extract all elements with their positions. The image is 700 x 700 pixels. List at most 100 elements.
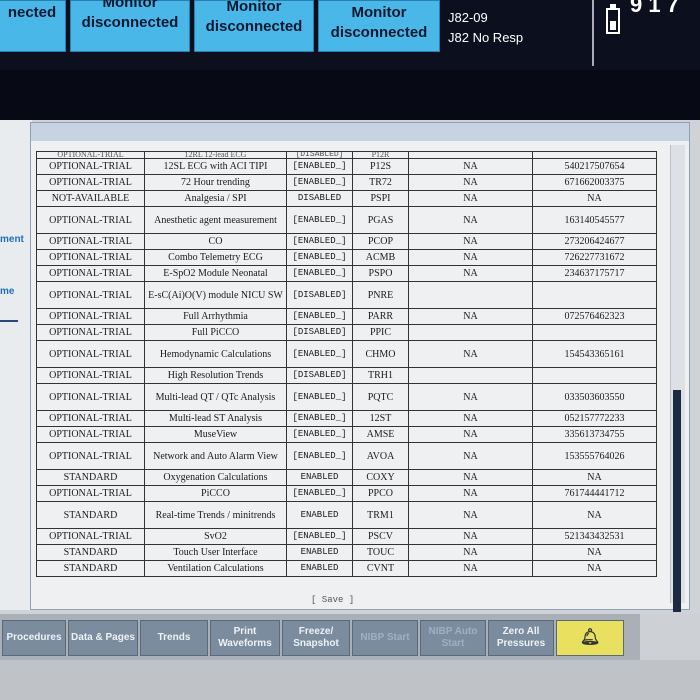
state-cell[interactable]: [DISABLED] [286, 281, 353, 309]
table-row[interactable]: OPTIONAL-TRIAL Anesthetic agent measureme… [36, 206, 657, 234]
type-cell: STANDARD [36, 501, 145, 529]
table-row[interactable]: OPTIONAL-TRIAL Multi-lead ST Analysis [ENA… [36, 410, 657, 427]
type-cell: OPTIONAL-TRIAL [36, 206, 145, 234]
trial-cell: NA [408, 233, 533, 250]
state-cell[interactable]: [ENABLED_] [286, 249, 353, 266]
table-row[interactable]: OPTIONAL-TRIAL MuseView [ENABLED_] AMSE NA 33… [36, 426, 657, 443]
option-name-cell: Anesthetic agent measurement [144, 206, 287, 234]
state-cell[interactable]: [ENABLED_] [286, 308, 353, 325]
trial-cell: NA [408, 442, 533, 470]
option-name-cell: E-SpO2 Module Neonatal [144, 265, 287, 282]
freeze-snapshot-button[interactable]: Freeze/ Snapshot [282, 620, 350, 656]
state-cell[interactable]: ENABLED [286, 560, 353, 577]
table-cell: P12R [352, 151, 409, 159]
option-name-cell: Multi-lead QT / QTc Analysis [144, 383, 287, 411]
table-row[interactable]: OPTIONAL-TRIAL E-SpO2 Module Neonatal [ENA… [36, 265, 657, 282]
key-cell: NA [532, 469, 657, 486]
state-cell[interactable]: [ENABLED_] [286, 442, 353, 470]
table-row[interactable]: STANDARD Ventilation Calculations ENABLED C… [36, 560, 657, 577]
table-row[interactable]: OPTIONAL-TRIAL PiCCO [ENABLED_] PPCO NA 76174… [36, 485, 657, 502]
state-cell[interactable]: [ENABLED_] [286, 158, 353, 175]
trial-cell: NA [408, 206, 533, 234]
option-name-cell: E-sC(Ai)O(V) module NICU SW [144, 281, 287, 309]
key-cell: 033503603550 [532, 383, 657, 411]
table-row[interactable]: OPTIONAL-TRIAL 72 Hour trending [ENABLED_]… [36, 174, 657, 191]
table-row[interactable]: STANDARD Touch User Interface ENABLED TOUC N… [36, 544, 657, 561]
state-cell[interactable]: [DISABLED] [286, 324, 353, 341]
scrollbar-thumb[interactable] [673, 390, 681, 612]
code-cell: AMSE [352, 426, 409, 443]
option-name-cell: MuseView [144, 426, 287, 443]
state-cell[interactable]: [ENABLED_] [286, 265, 353, 282]
type-cell: STANDARD [36, 469, 145, 486]
table-row[interactable]: OPTIONAL-TRIAL High Resolution Trends [DIS… [36, 367, 657, 384]
table-row[interactable]: OPTIONAL-TRIAL Full PiCCO [DISABLED] PPIC [36, 324, 657, 341]
option-name-cell: PiCCO [144, 485, 287, 502]
nibp-start-button[interactable]: NIBP Start [352, 620, 418, 656]
table-row[interactable]: OPTIONAL-TRIAL Hemodynamic Calculations [E… [36, 340, 657, 368]
state-cell[interactable]: DISABLED [286, 190, 353, 207]
table-row[interactable]: OPTIONAL-TRIAL Network and Auto Alarm Vie… [36, 442, 657, 470]
monitor-tile-3[interactable]: Monitor disconnected [194, 0, 314, 52]
trends-button[interactable]: Trends [140, 620, 208, 656]
key-cell: 671662003375 [532, 174, 657, 191]
table-row[interactable]: NOT-AVAILABLE Analgesia / SPI DISABLED PSPI… [36, 190, 657, 207]
type-cell: OPTIONAL-TRIAL [36, 265, 145, 282]
state-cell[interactable]: ENABLED [286, 501, 353, 529]
state-cell[interactable]: [ENABLED_] [286, 383, 353, 411]
type-cell: OPTIONAL-TRIAL [36, 485, 145, 502]
code-cell: AVOA [352, 442, 409, 470]
key-cell: NA [532, 501, 657, 529]
state-cell[interactable]: [ENABLED_] [286, 206, 353, 234]
option-name-cell: Full Arrhythmia [144, 308, 287, 325]
bed-status: J82 No Resp [448, 30, 524, 45]
side-label-1[interactable]: ment [0, 234, 24, 245]
monitor-tile-4[interactable]: Monitor disconnected [318, 0, 440, 52]
table-row[interactable]: OPTIONAL-TRIAL SvO2 [ENABLED_] PSCV NA 521343… [36, 528, 657, 545]
table-cell [408, 151, 533, 159]
table-row[interactable]: OPTIONAL-TRIAL Full Arrhythmia [ENABLED_] P… [36, 308, 657, 325]
type-cell: OPTIONAL-TRIAL [36, 528, 145, 545]
state-cell[interactable]: [ENABLED_] [286, 426, 353, 443]
state-cell[interactable]: ENABLED [286, 544, 353, 561]
table-row[interactable]: OPTIONAL-TRIAL CO [ENABLED_] PCOP NA 27320642… [36, 233, 657, 250]
state-cell[interactable]: [ENABLED_] [286, 485, 353, 502]
print-waveforms-button[interactable]: Print Waveforms [210, 620, 280, 656]
monitor-tile-2[interactable]: Monitor disconnected [70, 0, 190, 52]
state-cell[interactable]: [DISABLED] [286, 367, 353, 384]
code-cell: CHMO [352, 340, 409, 368]
table-row[interactable]: OPTIONAL-TRIAL 12SL ECG with ACI TIPI [ENA… [36, 158, 657, 175]
side-label-2[interactable]: me [0, 286, 14, 297]
trial-cell: NA [408, 340, 533, 368]
state-cell[interactable]: [ENABLED_] [286, 410, 353, 427]
scrollbar[interactable] [670, 145, 685, 612]
alarm-silence-button[interactable]: 🔔︎ [556, 620, 624, 656]
table-row[interactable]: STANDARD Oxygenation Calculations ENABLED C… [36, 469, 657, 486]
procedures-button[interactable]: Procedures [2, 620, 66, 656]
table-row[interactable]: OPTIONAL-TRIAL E-sC(Ai)O(V) module NICU S… [36, 281, 657, 309]
option-name-cell: 72 Hour trending [144, 174, 287, 191]
table-row[interactable]: OPTIONAL-TRIAL Combo Telemetry ECG [ENABLE… [36, 249, 657, 266]
state-cell[interactable]: ENABLED [286, 469, 353, 486]
key-cell: 761744441712 [532, 485, 657, 502]
table-row[interactable]: OPTIONAL-TRIAL Multi-lead QT / QTc Analys… [36, 383, 657, 411]
alarm-silence-icon: 🔔︎ [579, 629, 601, 646]
nibp-auto-start-button[interactable]: NIBP Auto Start [420, 620, 486, 656]
type-cell: OPTIONAL-TRIAL [36, 442, 145, 470]
trial-cell: NA [408, 308, 533, 325]
trial-cell: NA [408, 426, 533, 443]
code-cell: CVNT [352, 560, 409, 577]
state-cell[interactable]: [ENABLED_] [286, 528, 353, 545]
state-cell[interactable]: [ENABLED_] [286, 340, 353, 368]
table-row[interactable]: STANDARD Real-time Trends / minitrends ENA… [36, 501, 657, 529]
monitor-tile-1[interactable]: nected [0, 0, 66, 52]
type-cell: NOT-AVAILABLE [36, 190, 145, 207]
save-button[interactable]: [ Save ] [311, 595, 354, 605]
data-pages-button[interactable]: Data & Pages [68, 620, 138, 656]
bed-info[interactable]: J82-09 J82 No Resp [448, 8, 586, 54]
option-name-cell: High Resolution Trends [144, 367, 287, 384]
zero-all-pressures-button[interactable]: Zero All Pressures [488, 620, 554, 656]
monitor-tile-line1: Monitor [102, 0, 158, 11]
state-cell[interactable]: [ENABLED_] [286, 233, 353, 250]
state-cell[interactable]: [ENABLED_] [286, 174, 353, 191]
